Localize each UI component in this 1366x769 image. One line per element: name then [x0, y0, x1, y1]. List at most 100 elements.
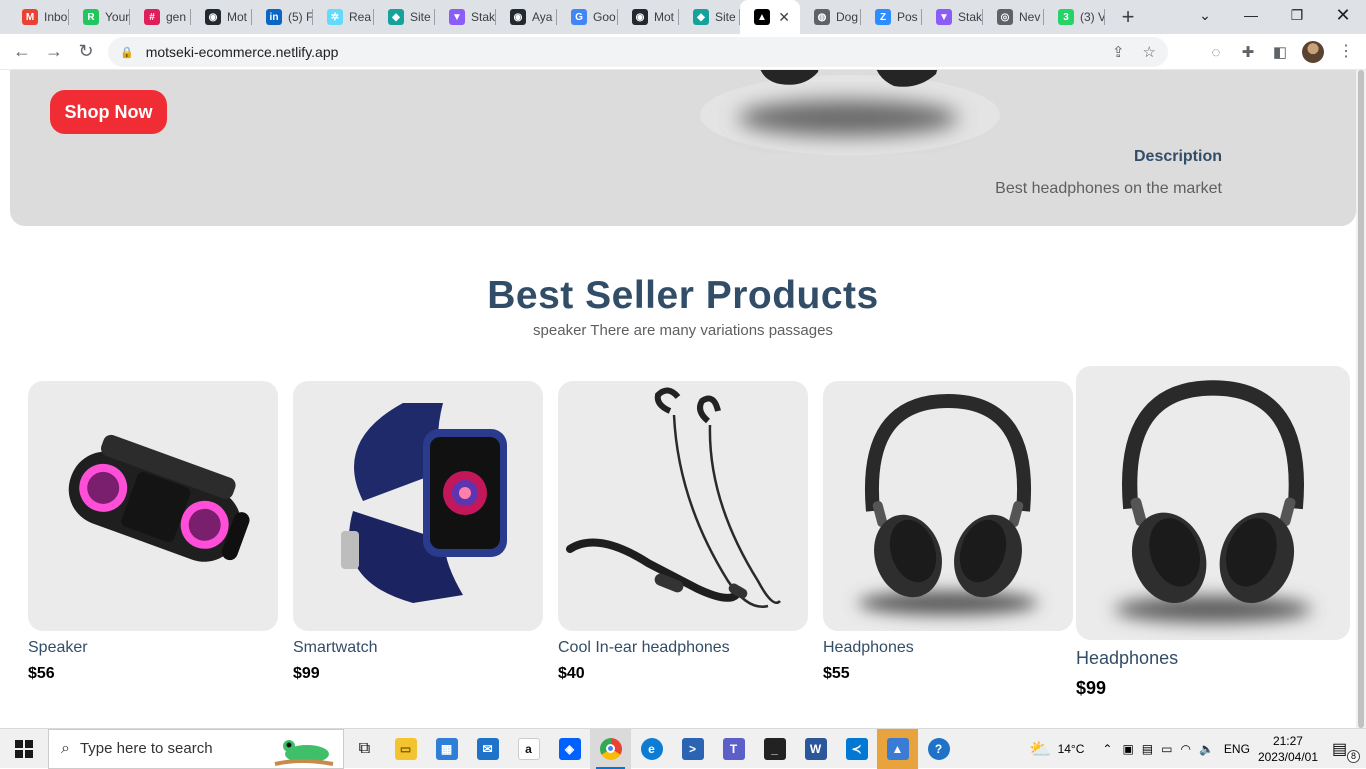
volume-icon[interactable]: 🔈: [1199, 742, 1214, 756]
dropbox-icon[interactable]: ◈: [549, 729, 590, 769]
amazon-icon[interactable]: a: [508, 729, 549, 769]
product-card-smartwatch[interactable]: Smartwatch $99: [293, 381, 543, 683]
page-scrollbar[interactable]: [1356, 70, 1366, 728]
speaker-image: [68, 434, 250, 562]
mail-icon[interactable]: ✉: [467, 729, 508, 769]
file-explorer-icon[interactable]: ▭: [385, 729, 426, 769]
task-view-icon[interactable]: ⧉: [344, 729, 385, 769]
microsoft-store-icon[interactable]: ▦: [426, 729, 467, 769]
browser-tab[interactable]: M Inbo: [8, 0, 69, 34]
product-name[interactable]: Cool In-ear headphones: [558, 639, 808, 657]
product-name[interactable]: Headphones: [823, 639, 1073, 657]
product-image[interactable]: [293, 381, 543, 631]
product-image[interactable]: [1076, 366, 1350, 640]
taskbar-search-input[interactable]: ⌕ Type here to search: [48, 728, 344, 769]
show-hidden-icons-icon[interactable]: ⌃: [1102, 742, 1112, 756]
url-bar[interactable]: 🔒 motseki-ecommerce.netlify.app ⇪ ☆: [108, 37, 1168, 67]
chrome-taskbar-icon[interactable]: [590, 728, 631, 769]
chrome-icon: ◎: [997, 9, 1013, 25]
browser-tab-strip: M Inbo R Your # gen ◉ Mot in (5) F ✲ Rea ◆ Site ▼ Stak ◉…: [0, 0, 1366, 34]
browser-tab[interactable]: # gen: [130, 0, 191, 34]
description-heading: Description: [1133, 148, 1222, 165]
windows-taskbar: ⌕ Type here to search ⧉ ▭ ▦ ✉ a ◈ e > T …: [0, 728, 1366, 769]
browser-tab[interactable]: in (5) F: [252, 0, 313, 34]
react-icon: ✲: [327, 9, 343, 25]
product-card-earphones[interactable]: Cool In-ear headphones $40: [558, 381, 808, 683]
product-image[interactable]: [558, 381, 808, 631]
shop-now-button[interactable]: Shop Now: [50, 90, 167, 134]
url-text: motseki-ecommerce.netlify.app: [145, 44, 339, 60]
browser-tab[interactable]: ◉ Aya: [496, 0, 557, 34]
browser-tab[interactable]: ▲ ✕: [740, 0, 800, 34]
forward-icon[interactable]: →: [38, 36, 70, 68]
product-price: $56: [28, 665, 55, 682]
language-indicator[interactable]: ENG: [1224, 742, 1250, 756]
product-image[interactable]: [28, 381, 278, 631]
weather-temp[interactable]: 14°C: [1058, 742, 1085, 756]
windows-start-icon[interactable]: [0, 729, 48, 769]
restore-icon[interactable]: ❐: [1274, 0, 1320, 30]
side-panel-icon[interactable]: ◧: [1269, 41, 1291, 63]
device-icon[interactable]: ▣: [1122, 742, 1133, 756]
help-icon[interactable]: ?: [918, 729, 959, 769]
browser-tab[interactable]: Z Pos: [861, 0, 922, 34]
back-icon[interactable]: ←: [6, 36, 38, 68]
slack-icon: #: [144, 9, 160, 25]
browser-tab[interactable]: ▼ Stak: [922, 0, 983, 34]
vscode-icon[interactable]: ≺: [836, 729, 877, 769]
new-tab-button[interactable]: +: [1111, 0, 1145, 34]
bookmark-star-icon[interactable]: ☆: [1143, 43, 1156, 61]
product-image[interactable]: [823, 381, 1073, 631]
minimize-icon[interactable]: —: [1228, 0, 1274, 30]
profile-avatar[interactable]: [1302, 41, 1324, 63]
teams-icon[interactable]: T: [713, 729, 754, 769]
headphones-image: [1114, 380, 1312, 623]
weather-icon[interactable]: ⛅: [1029, 739, 1051, 760]
word-icon[interactable]: W: [795, 729, 836, 769]
reload-icon[interactable]: ↻: [70, 36, 102, 68]
frog-search-art-icon: [274, 739, 334, 766]
description-text: Best headphones on the market: [995, 180, 1222, 197]
lock-icon: 🔒: [120, 46, 134, 59]
tab-label: gen: [166, 10, 187, 24]
close-window-icon[interactable]: ✕: [1320, 0, 1366, 30]
headphones-image: [858, 393, 1038, 615]
tab-search-icon[interactable]: ⌄: [1182, 0, 1228, 30]
browser-tab[interactable]: ◆ Site: [679, 0, 740, 34]
browser-tab[interactable]: R Your: [69, 0, 130, 34]
extension-icon[interactable]: ◌: [1205, 41, 1227, 63]
clock[interactable]: 21:27 2023/04/01: [1258, 733, 1318, 765]
search-placeholder: Type here to search: [79, 740, 213, 757]
share-icon[interactable]: ⇪: [1112, 43, 1125, 61]
puzzle-icon[interactable]: ✚: [1237, 41, 1259, 63]
browser-tab[interactable]: ◆ Site: [374, 0, 435, 34]
browser-tab[interactable]: ◉ Mot: [191, 0, 252, 34]
product-card-speaker[interactable]: Speaker $56: [28, 381, 278, 683]
terminal-icon[interactable]: _: [754, 729, 795, 769]
browser-tab[interactable]: G Goo: [557, 0, 618, 34]
product-name[interactable]: Speaker: [28, 639, 278, 657]
close-tab-icon[interactable]: ✕: [778, 9, 790, 26]
clock-date: 2023/04/01: [1257, 750, 1318, 764]
tab-label: Mot: [227, 10, 248, 24]
scrollbar-thumb[interactable]: [1358, 70, 1364, 728]
browser-tab[interactable]: ◍ Dog: [800, 0, 861, 34]
menu-icon[interactable]: ⋮: [1338, 41, 1354, 63]
product-card-headphones-hovered[interactable]: Headphones $99: [1076, 366, 1350, 699]
battery-icon[interactable]: ▭: [1161, 742, 1172, 756]
product-card-headphones[interactable]: Headphones $55: [823, 381, 1073, 683]
powershell-icon[interactable]: >: [672, 729, 713, 769]
browser-tab[interactable]: ◎ Nev: [983, 0, 1044, 34]
browser-tab[interactable]: ✲ Rea: [313, 0, 374, 34]
browser-tab[interactable]: ◉ Mot: [618, 0, 679, 34]
photos-icon[interactable]: ▲: [877, 728, 918, 769]
wifi-icon[interactable]: ◠: [1180, 742, 1190, 756]
edge-icon[interactable]: e: [631, 729, 672, 769]
section-title: Best Seller Products: [487, 274, 879, 317]
product-name[interactable]: Headphones: [1076, 648, 1350, 669]
browser-tab[interactable]: ▼ Stak: [435, 0, 496, 34]
browser-tab[interactable]: 3 (3) V: [1044, 0, 1105, 34]
display-icon[interactable]: ▤: [1142, 742, 1153, 756]
notifications-icon[interactable]: ▤ 8: [1332, 739, 1360, 763]
product-name[interactable]: Smartwatch: [293, 639, 543, 657]
